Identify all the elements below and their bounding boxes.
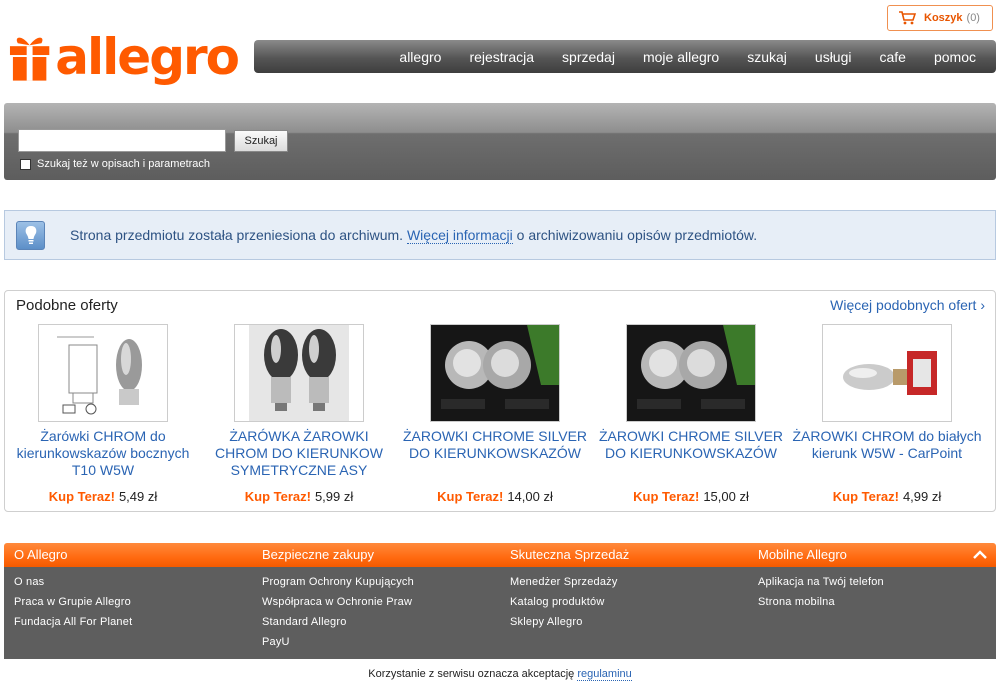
offer-card[interactable]: ŻAROWKI CHROM do białych kierunk W5W - C…: [792, 324, 982, 504]
footer-heading-o-allegro: O Allegro: [14, 547, 68, 562]
footer-column-o-allegro: O nas Praca w Grupie Allegro Fundacja Al…: [14, 575, 132, 635]
footer-link[interactable]: Aplikacja na Twój telefon: [758, 575, 884, 595]
search-button[interactable]: Szukaj: [234, 130, 288, 152]
more-similar-offers-link[interactable]: Więcej podobnych ofert ›: [830, 297, 985, 313]
offer-title[interactable]: ŻAROWKI CHROME SILVER DO KIERUNKOWSKAZÓW: [596, 428, 786, 479]
offer-title[interactable]: ŻARÓWKA ŻAROWKI CHROM DO KIERUNKOW SYMET…: [204, 428, 394, 479]
nav-item-rejestracja[interactable]: rejestracja: [469, 49, 534, 65]
search-panel: Szukaj Szukaj też w opisach i parametrac…: [4, 103, 996, 180]
search-descriptions-option[interactable]: Szukaj też w opisach i parametrach: [20, 158, 210, 170]
offer-thumbnail[interactable]: [626, 324, 756, 422]
footer-link[interactable]: Współpraca w Ochronie Praw: [262, 595, 414, 615]
chrome-bulbs-image: [235, 325, 363, 421]
silver-bulbs-pack-image: [627, 325, 755, 421]
footer-link[interactable]: Strona mobilna: [758, 595, 884, 615]
footer-header-bar: O Allegro Bezpieczne zakupy Skuteczna Sp…: [4, 543, 996, 567]
offer-price: Kup Teraz! 4,99 zł: [792, 489, 982, 504]
footer-link[interactable]: Standard Allegro: [262, 615, 414, 635]
archive-text-before: Strona przedmiotu została przeniesiona d…: [70, 227, 407, 243]
footer-link[interactable]: Program Ochrony Kupujących: [262, 575, 414, 595]
buy-now-label[interactable]: Kup Teraz!: [833, 489, 899, 504]
lightbulb-icon: [16, 220, 45, 250]
footer-link[interactable]: PayU: [262, 635, 414, 655]
cart-label: Koszyk: [924, 12, 963, 24]
offer-price-value: 15,00 zł: [703, 489, 749, 504]
footer-column-bezpieczne-zakupy: Program Ochrony Kupujących Współpraca w …: [262, 575, 414, 655]
nav-item-allegro[interactable]: allegro: [399, 49, 441, 65]
nav-item-sprzedaj[interactable]: sprzedaj: [562, 49, 615, 65]
search-descriptions-checkbox[interactable]: [20, 158, 31, 170]
offer-thumbnail[interactable]: [430, 324, 560, 422]
offer-card[interactable]: Żarówki CHROM do kierunkowskazów bocznyc…: [8, 324, 198, 504]
collapse-footer-icon[interactable]: [972, 547, 988, 563]
cart-count: (0): [966, 12, 980, 24]
offer-title[interactable]: ŻAROWKI CHROME SILVER DO KIERUNKOWSKAZÓW: [400, 428, 590, 479]
nav-item-moje-allegro[interactable]: moje allegro: [643, 49, 719, 65]
footer-link[interactable]: Menedżer Sprzedaży: [510, 575, 618, 595]
offer-price: Kup Teraz! 5,49 zł: [8, 489, 198, 504]
offer-price-value: 5,99 zł: [314, 489, 354, 504]
legal-text: Korzystanie z serwisu oznacza akceptację: [368, 668, 578, 680]
allegro-logo[interactable]: allegro: [8, 26, 240, 88]
buy-now-label[interactable]: Kup Teraz!: [245, 489, 311, 504]
archive-message: Strona przedmiotu została przeniesiona d…: [70, 227, 758, 244]
offer-title[interactable]: Żarówki CHROM do kierunkowskazów bocznyc…: [8, 428, 198, 479]
footer-links: O nas Praca w Grupie Allegro Fundacja Al…: [4, 567, 996, 659]
archive-text-after: o archiwizowaniu opisów przedmiotów.: [512, 227, 758, 243]
footer-heading-mobilne-allegro: Mobilne Allegro: [758, 547, 847, 562]
main-navigation: allegro rejestracja sprzedaj moje allegr…: [254, 40, 996, 73]
footer-heading-bezpieczne-zakupy: Bezpieczne zakupy: [262, 547, 375, 562]
cart-icon: [899, 11, 916, 25]
footer-link[interactable]: Sklepy Allegro: [510, 615, 618, 635]
offer-thumbnail[interactable]: [822, 324, 952, 422]
buy-now-label[interactable]: Kup Teraz!: [49, 489, 115, 504]
footer-link[interactable]: Praca w Grupie Allegro: [14, 595, 132, 615]
offer-card[interactable]: ŻARÓWKA ŻAROWKI CHROM DO KIERUNKOW SYMET…: [204, 324, 394, 504]
offer-price-value: 14,00 zł: [507, 489, 553, 504]
offer-price-value: 5,49 zł: [118, 489, 158, 504]
similar-offers-panel: Podobne oferty Więcej podobnych ofert › …: [4, 290, 996, 512]
offer-price: Kup Teraz! 14,00 zł: [400, 489, 590, 504]
page: allegro Koszyk (0) allegro rejestracja s…: [0, 0, 1000, 695]
buy-now-label[interactable]: Kup Teraz!: [437, 489, 503, 504]
white-bulb-package-image: [823, 325, 951, 421]
archive-info-banner: Strona przedmiotu została przeniesiona d…: [4, 210, 996, 260]
terms-link[interactable]: regulaminu: [577, 668, 632, 681]
offer-price-value: 4,99 zł: [902, 489, 942, 504]
nav-item-pomoc[interactable]: pomoc: [934, 49, 976, 65]
logo-wordmark: allegro: [55, 28, 240, 86]
footer-heading-skuteczna-sprzedaz: Skuteczna Sprzedaż: [510, 547, 630, 562]
offer-thumbnail[interactable]: [234, 324, 364, 422]
offer-title[interactable]: ŻAROWKI CHROM do białych kierunk W5W - C…: [792, 428, 982, 479]
footer-column-skuteczna-sprzedaz: Menedżer Sprzedaży Katalog produktów Skl…: [510, 575, 618, 635]
similar-offers-title: Podobne oferty: [16, 297, 118, 314]
search-descriptions-label: Szukaj też w opisach i parametrach: [37, 158, 211, 170]
footer-link[interactable]: Fundacja All For Planet: [14, 615, 132, 635]
footer-link[interactable]: O nas: [14, 575, 132, 595]
offer-card[interactable]: ŻAROWKI CHROME SILVER DO KIERUNKOWSKAZÓW…: [596, 324, 786, 504]
silver-bulbs-pack-image: [431, 325, 559, 421]
offer-price: Kup Teraz! 5,99 zł: [204, 489, 394, 504]
offer-price: Kup Teraz! 15,00 zł: [596, 489, 786, 504]
footer-link[interactable]: Katalog produktów: [510, 595, 618, 615]
nav-item-szukaj[interactable]: szukaj: [747, 49, 787, 65]
nav-item-cafe[interactable]: cafe: [880, 49, 906, 65]
bulb-drawing-image: [39, 325, 167, 421]
legal-notice: Korzystanie z serwisu oznacza akceptację…: [0, 668, 1000, 681]
footer-column-mobilne-allegro: Aplikacja na Twój telefon Strona mobilna: [758, 575, 884, 615]
buy-now-label[interactable]: Kup Teraz!: [633, 489, 699, 504]
cart-button[interactable]: Koszyk (0): [887, 5, 993, 31]
offer-thumbnail[interactable]: [38, 324, 168, 422]
nav-item-uslugi[interactable]: usługi: [815, 49, 852, 65]
more-info-link[interactable]: Więcej informacji: [406, 227, 513, 244]
gift-logo-icon: [9, 37, 50, 81]
search-input[interactable]: [18, 129, 226, 152]
offer-card[interactable]: ŻAROWKI CHROME SILVER DO KIERUNKOWSKAZÓW…: [400, 324, 590, 504]
